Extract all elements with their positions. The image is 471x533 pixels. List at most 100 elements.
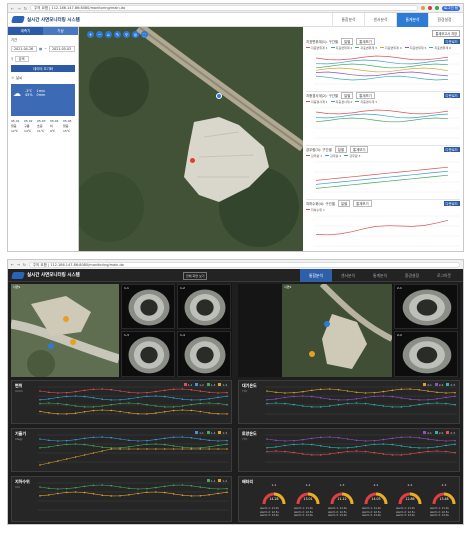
address-bar[interactable]: 주의 요함 | 112.186.147.86:8080/monitoring/m… [28,261,460,268]
cloud-icon: ☁ [13,89,21,98]
legend-item[interactable]: 지중경사계 1 [306,100,328,104]
series-line [266,443,456,449]
legend-item[interactable]: 2-1 [423,383,432,387]
reset-data-button[interactable]: 데이터 초기화 [11,65,75,72]
site2-row: 사면2 2-1 2-2 [238,284,460,377]
map-marker-icon[interactable] [190,158,195,163]
tab-3[interactable]: 환경설정 [396,269,428,282]
stat-view-button[interactable]: 통계보기 [353,200,372,207]
period-select[interactable]: 일별 [340,38,354,45]
sidebar: 계측기 기상 기간 2021-04-26 ▦ ~ 2021-05-03 ⚲ 검색… [8,27,79,251]
tab-2[interactable]: 통계분석 [364,269,396,282]
legend-label: 지표변위계 3 [360,45,378,50]
profile-button[interactable]: 로그인 됨 [442,5,460,11]
period-select[interactable]: 일별 [334,146,347,153]
back-icon[interactable]: ← [11,263,14,267]
satellite-map[interactable]: + − ⌂ ✎ ⚲ ◎ ⬚ [79,27,303,251]
back-icon[interactable]: ← [11,6,14,11]
legend-item[interactable]: 지표변위계 4 [380,46,402,50]
statistics-panel: 통계보고서 저장 지표변위계(1): 구간별 일별 통계보기 다운로드 지표변위계 1지… [303,27,463,251]
zoom-out-icon[interactable]: − [96,31,103,38]
legend-item[interactable]: 1-2 [206,431,215,435]
reload-icon[interactable]: ↻ [23,263,26,267]
legend-item[interactable]: 1-2 [218,479,227,483]
extension-icon[interactable] [428,6,432,10]
legend-item[interactable]: 강우량 2 [325,154,341,158]
tab-sensor[interactable]: 센서분석 [364,13,396,27]
date-from-input[interactable]: 2021-04-26 [11,46,37,52]
tab-statistics[interactable]: 통계분석 [396,13,428,27]
legend-item[interactable]: 1-4 [218,383,227,387]
extension-icon[interactable] [435,6,439,10]
legend-item[interactable]: 1-2 [195,383,204,387]
save-report-button[interactable]: 통계보고서 저장 [432,30,460,37]
tab-4[interactable]: 로그아웃 [428,269,460,282]
download-button[interactable]: 다운로드 [443,201,460,206]
reload-icon[interactable]: ↻ [24,6,27,11]
tab-1[interactable]: 센서분석 [332,269,364,282]
extension-icon[interactable] [421,6,425,10]
forward-icon[interactable]: → [17,6,20,11]
stat-view-button[interactable]: 통계보기 [356,38,375,45]
battery-gauge: 1-1 14.28 alarm 1: 11.0v alarm 2: 12.5v alar… [257,483,291,524]
legend-item[interactable]: 2-1 [423,431,432,435]
stat-view-button[interactable]: 통계보기 [356,92,375,99]
period-select[interactable]: 일별 [340,92,354,99]
site2-map[interactable]: 사면2 [282,284,392,377]
legend-item[interactable]: 1-1 [195,431,204,435]
legend-item[interactable]: 강우량 1 [306,154,322,158]
legend-item[interactable]: 1-1 [206,479,215,483]
legend-item[interactable]: 2-2 [434,431,443,435]
legend-item[interactable]: 1-3 [218,431,227,435]
legend-item[interactable]: 지표변위계 2 [330,46,352,50]
search-icon[interactable]: ⚲ [11,57,13,61]
legend-item[interactable]: 지표변위계 1 [306,46,328,50]
legend-item[interactable]: 1-3 [206,383,215,387]
date-to-input[interactable]: 2021-05-03 [49,46,75,52]
legend-item[interactable]: 1-1 [183,383,192,387]
search-button[interactable]: 검색 [15,56,30,62]
weather-rain: 0mm [36,93,46,97]
fullscreen-button[interactable]: 전체 화면 보기 [183,272,208,280]
download-button[interactable]: 다운로드 [443,147,460,152]
legend-item[interactable]: 지표변위계 5 [404,46,426,50]
camera-feed[interactable]: 1-4 [177,331,231,377]
zoom-in-icon[interactable]: + [87,31,94,38]
stat-view-button[interactable]: 통계보기 [350,146,369,153]
search-icon[interactable]: ⚲ [123,31,130,38]
camera-feed[interactable]: 2-1 [394,284,458,329]
tab-settings[interactable]: 환경설정 [428,13,460,27]
legend-item[interactable]: 지표변위계 3 [355,46,377,50]
camera-feed[interactable]: 1-3 [121,331,175,377]
sidebar-tab-weather[interactable]: 기상 [43,27,78,35]
download-button[interactable]: 다운로드 [443,93,460,98]
camera-feed[interactable]: 1-2 [177,284,231,329]
legend-item[interactable]: 2-3 [446,383,455,387]
home-icon[interactable]: ⌂ [105,31,112,38]
period-select[interactable]: 일별 [337,200,351,207]
legend-item[interactable]: 지표변위계 6 [429,46,451,50]
address-bar[interactable]: 주의 요함 | 112.186.147.86:8080/monitoring/m… [30,5,418,11]
period-row: 기간 [8,35,78,44]
tab-0[interactable]: 통합분석 [300,269,332,282]
camera-feed[interactable]: 2-2 [394,331,458,377]
legend-item[interactable]: 강우량 3 [344,154,360,158]
legend-item[interactable]: 지중경사계 3 [355,100,377,104]
legend-swatch [380,46,385,49]
layer-icon[interactable]: ⬚ [141,31,148,38]
legend-item[interactable]: 지하수위 1 [306,208,325,212]
legend-item[interactable]: 2-2 [434,383,443,387]
panel-header: 강우량(3): 구간별 일별 통계보기 다운로드 [306,146,460,153]
draw-icon[interactable]: ✎ [114,31,121,38]
forward-icon[interactable]: → [17,263,20,267]
download-button[interactable]: 다운로드 [443,39,460,44]
legend-item[interactable]: 2-3 [446,431,455,435]
camera-feed[interactable]: 1-1 [121,284,175,329]
tab-integrated[interactable]: 통합분석 [332,13,364,27]
site1-map[interactable]: 사면1 [11,284,119,377]
map-marker-icon[interactable] [216,93,222,99]
locate-icon[interactable]: ◎ [132,31,139,38]
sidebar-tab-sensor[interactable]: 계측기 [8,27,43,35]
calendar-icon[interactable]: ▦ [39,47,42,51]
legend-item[interactable]: 지중경사계 2 [330,100,352,104]
